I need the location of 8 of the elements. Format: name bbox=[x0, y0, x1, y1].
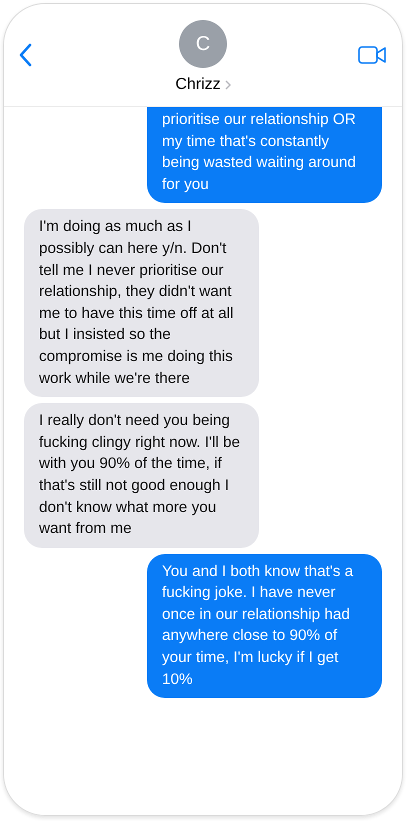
message-bubble: I really don't need you being fucking clingy right now. I'll be with you 90% of the time, if that's still not good enough I don't know what more you want from me bbox=[24, 403, 259, 548]
video-camera-icon[interactable] bbox=[358, 46, 386, 64]
message-bubble: You and I both know that's a fucking joke. I have never once in our relationship had anywhere close to 90% of your time, I'm lucky if I get 10% bbox=[147, 554, 382, 698]
message-bubble: prioritise our relationship OR my time that's constantly being wasted waiting around for you bbox=[147, 107, 382, 204]
contact-name[interactable]: Chrizz bbox=[175, 76, 221, 94]
chevron-icon bbox=[224, 80, 231, 90]
message-bubble: I'm doing as much as I possibly can here y/n. Don't tell me I never prioritise our relationship, they didn't want me to have this time off at all but I insisted so the compromise is me doing this work while we're there bbox=[24, 209, 259, 398]
back-icon[interactable] bbox=[18, 43, 32, 67]
